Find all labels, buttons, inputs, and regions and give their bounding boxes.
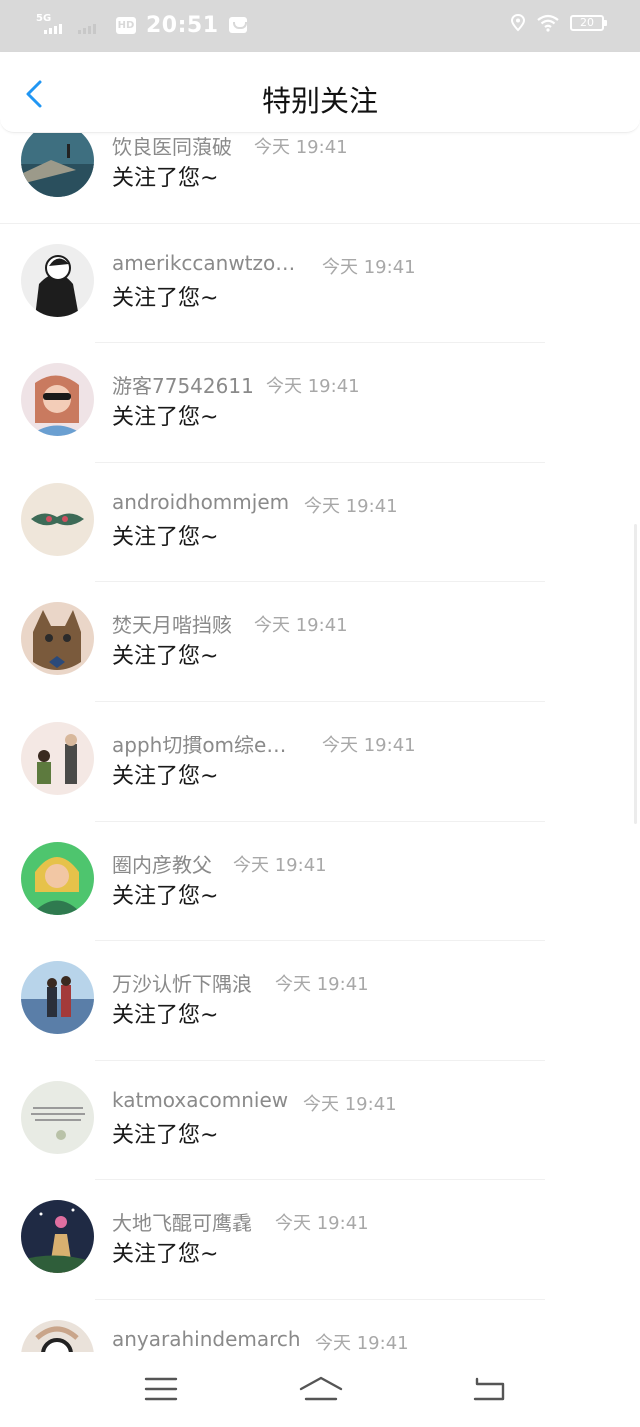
message-text: 关注了您~ (112, 1003, 219, 1029)
message-text: 关注了您~ (112, 166, 219, 191)
timestamp: 今天 19:41 (322, 734, 416, 756)
timestamp: 今天 19:41 (315, 1332, 409, 1352)
list-item[interactable]: apph切摜om综e… 今天 19:41 关注了您~ (0, 702, 640, 822)
location-icon (510, 14, 526, 32)
user-name[interactable]: 大地飞醌可鹰毳 (112, 1207, 252, 1236)
message-text: 关注了您~ (112, 524, 219, 550)
timestamp: 今天 19:41 (254, 137, 348, 158)
message-text: 关注了您~ (112, 1242, 219, 1268)
avatar[interactable] (21, 961, 94, 1035)
back-icon (473, 1377, 505, 1401)
timestamp: 今天 19:41 (275, 974, 369, 996)
timestamp: 今天 19:41 (322, 256, 416, 278)
avatar[interactable] (21, 1080, 94, 1154)
avatar[interactable] (21, 124, 94, 197)
message-text: 关注了您~ (112, 405, 219, 431)
list-item[interactable]: katmoxacomniew 今天 19:41 关注了您~ (0, 1061, 640, 1181)
scrollbar[interactable] (634, 524, 637, 824)
wifi-icon (537, 14, 559, 32)
cellular-signal-icon: 5G (36, 14, 66, 36)
user-name[interactable]: 饮良医同蒗破 (112, 131, 232, 160)
message-text: 关注了您~ (112, 1122, 219, 1148)
status-time: 20:51 (146, 12, 219, 38)
battery-icon: 20 (570, 15, 607, 31)
avatar[interactable] (21, 841, 94, 915)
user-name[interactable]: 焚天月喈挡赅 (112, 609, 232, 638)
list-item[interactable]: androidhommjem 今天 19:41 关注了您~ (0, 463, 640, 583)
avatar[interactable] (21, 721, 94, 795)
home-button[interactable] (298, 1374, 344, 1404)
network-type: 5G (36, 13, 52, 24)
status-bar: 5G HD 20:51 20 (0, 0, 640, 52)
timestamp: 今天 19:41 (303, 1093, 397, 1115)
cellular-signal-2-icon (76, 14, 106, 36)
list-item[interactable]: amerikccanwtzo… 今天 19:41 关注了您~ (0, 224, 640, 344)
list-item[interactable]: 圈内彦教父 今天 19:41 关注了您~ (0, 822, 640, 942)
back-nav-button[interactable] (469, 1374, 509, 1404)
follower-list: 饮良医同蒗破 今天 19:41 关注了您~ amerikccanwtzo… 今天… (0, 104, 640, 1352)
timestamp: 今天 19:41 (254, 615, 348, 637)
user-name[interactable]: anyarahindemarch (112, 1327, 301, 1351)
user-name[interactable]: 万沙认忻下隅浪 (112, 968, 252, 997)
list-item[interactable]: 游客77542611 今天 19:41 关注了您~ (0, 343, 640, 463)
list-item[interactable]: 大地飞醌可鹰毳 今天 19:41 关注了您~ (0, 1180, 640, 1300)
user-name[interactable]: androidhommjem (112, 490, 289, 514)
message-text: 关注了您~ (112, 285, 219, 311)
header-bar: 特别关注 (0, 52, 640, 133)
message-text: 关注了您~ (112, 644, 219, 670)
timestamp: 今天 19:41 (233, 854, 327, 876)
message-text: 关注了您~ (112, 763, 219, 789)
user-name[interactable]: apph切摜om综e… (112, 729, 286, 758)
list-item[interactable]: 焚天月喈挡赅 今天 19:41 关注了您~ (0, 582, 640, 702)
menu-button[interactable] (141, 1374, 181, 1404)
avatar[interactable] (21, 1200, 94, 1274)
message-text: 关注了您~ (112, 883, 219, 909)
avatar[interactable] (21, 1319, 94, 1352)
notification-icon (228, 17, 247, 33)
list-item[interactable]: anyarahindemarch 今天 19:41 (0, 1300, 640, 1352)
hd-icon: HD (116, 16, 136, 34)
user-name[interactable]: 游客77542611 (112, 370, 254, 399)
menu-icon (144, 1377, 178, 1401)
timestamp: 今天 19:41 (304, 495, 398, 517)
page-title: 特别关注 (261, 84, 378, 118)
timestamp: 今天 19:41 (266, 376, 360, 398)
avatar[interactable] (21, 363, 94, 437)
navigation-bar (0, 1352, 640, 1427)
home-icon (299, 1376, 343, 1401)
timestamp: 今天 19:41 (275, 1213, 369, 1235)
user-name[interactable]: 圈内彦教父 (112, 849, 212, 878)
user-name[interactable]: amerikccanwtzo… (112, 251, 295, 275)
avatar[interactable] (21, 602, 94, 676)
list-item[interactable]: 万沙认忻下隅浪 今天 19:41 关注了您~ (0, 941, 640, 1061)
avatar[interactable] (21, 243, 94, 317)
avatar[interactable] (21, 482, 94, 556)
user-name[interactable]: katmoxacomniew (112, 1088, 288, 1112)
